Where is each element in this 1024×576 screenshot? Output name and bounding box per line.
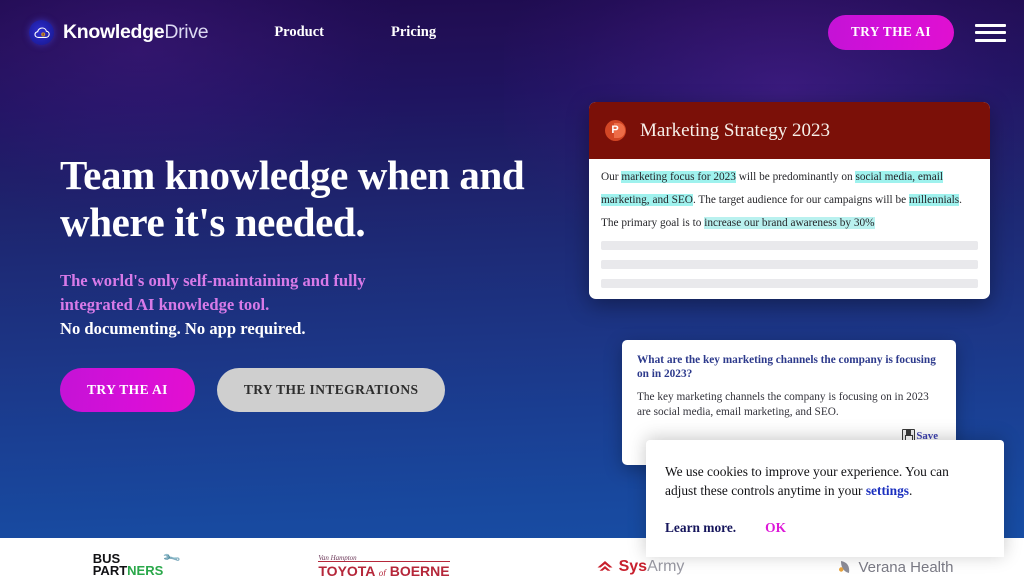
cloud-icon	[29, 20, 54, 45]
bus-partners-line2-dark: PART	[92, 563, 128, 576]
slide-line2-highlight-1: marketing, and SEO	[601, 194, 693, 206]
powerpoint-icon: P	[605, 120, 626, 141]
hamburger-bar-3	[975, 38, 1006, 42]
slide-line1-a: Our	[601, 171, 622, 183]
hero-subtitle-accent-line-1: The world's only self-maintaining and fu…	[60, 271, 366, 290]
page-title: Team knowledge when and where it's neede…	[60, 152, 525, 245]
hero-subtitle-plain: No documenting. No app required.	[60, 319, 306, 338]
cookie-banner-text: We use cookies to improve your experienc…	[665, 462, 984, 500]
slide-preview-card[interactable]: P Marketing Strategy 2023 Our marketing …	[589, 102, 990, 299]
brand-logo[interactable]: KnowledgeDrive	[29, 20, 209, 45]
hamburger-menu-icon[interactable]	[975, 22, 1006, 44]
slide-line1-highlight-2: social media, email	[855, 171, 943, 183]
slide-text-line-1: Our marketing focus for 2023 will be pre…	[601, 169, 978, 185]
slide-header: P Marketing Strategy 2023	[589, 102, 990, 159]
toyota-word-1: TOYOTA	[318, 562, 375, 576]
wrench-icon: 🔧	[161, 547, 182, 568]
hero-try-the-ai-button[interactable]: TRY THE AI	[60, 368, 195, 412]
verana-health-label: Verana Health	[858, 558, 954, 576]
bus-partners-line2-accent: NERS	[127, 563, 164, 576]
slide-placeholder-bar-3	[601, 279, 978, 288]
cookie-text-after: .	[908, 483, 913, 498]
slide-text-line-3: The primary goal is to increase our bran…	[601, 215, 978, 231]
hero-try-the-integrations-button[interactable]: TRY THE INTEGRATIONS	[216, 368, 446, 412]
nav-item-pricing[interactable]: Pricing	[391, 24, 436, 41]
sysarmy-light: Army	[647, 558, 685, 575]
bus-partners-logo: BUS PARTNERS 🔧	[92, 538, 182, 576]
slide-line2-c: .	[959, 194, 962, 206]
brand-name: KnowledgeDrive	[63, 21, 209, 44]
cookie-settings-link[interactable]: settings	[866, 483, 909, 498]
brand-name-bold: Knowledge	[63, 21, 165, 43]
cookie-ok-button[interactable]: OK	[765, 520, 786, 536]
nav-item-product[interactable]: Product	[274, 24, 324, 41]
top-navigation-bar: KnowledgeDrive Product Pricing TRY THE A…	[0, 0, 1024, 65]
brand-name-light: Drive	[164, 21, 209, 43]
nav-try-the-ai-button[interactable]: TRY THE AI	[827, 15, 954, 50]
landing-page: KnowledgeDrive Product Pricing TRY THE A…	[0, 0, 1024, 576]
hero-subtitle-accent-line-2: integrated AI knowledge tool.	[60, 295, 270, 314]
hero-section: Team knowledge when and where it's neede…	[60, 152, 540, 412]
leaf-icon	[838, 559, 852, 575]
slide-line2-b: . The target audience for our campaigns …	[692, 194, 909, 206]
hamburger-bar-1	[975, 23, 1006, 27]
hamburger-bar-2	[975, 31, 1006, 34]
learn-more-link[interactable]: Learn more.	[665, 520, 736, 536]
slide-line1-b: will be predominantly on	[735, 171, 856, 183]
qa-answer: The key marketing channels the company i…	[637, 391, 929, 418]
home-chevron-icon	[596, 560, 614, 574]
toyota-word-2: BOERNE	[389, 562, 450, 576]
slide-line3-highlight: increase our brand awareness by 30%	[704, 217, 875, 229]
slide-text-line-2: marketing, and SEO. The target audience …	[601, 192, 978, 208]
toyota-of-boerne-logo: Van Hampton TOYOTA of BOERNE	[318, 538, 450, 576]
slide-body: Our marketing focus for 2023 will be pre…	[589, 159, 990, 288]
slide-title: Marketing Strategy 2023	[640, 119, 830, 141]
powerpoint-icon-letter: P	[611, 124, 619, 136]
slide-line1-highlight-1: marketing focus for 2023	[621, 171, 736, 183]
toyota-main-text: TOYOTA of BOERNE	[318, 563, 449, 576]
bus-partners-line-2: PARTNERS	[92, 563, 164, 576]
slide-placeholder-bar-2	[601, 260, 978, 269]
hero-subtitle: The world's only self-maintaining and fu…	[60, 269, 540, 341]
qa-question: What are the key marketing channels the …	[637, 354, 936, 380]
slide-line2-highlight-2: millennials	[908, 194, 960, 206]
slide-line3-a: The primary goal is to	[601, 217, 705, 229]
cookie-consent-banner: We use cookies to improve your experienc…	[646, 440, 1004, 557]
nav-right-group: TRY THE AI	[827, 15, 1006, 50]
hero-cta-group: TRY THE AI TRY THE INTEGRATIONS	[60, 368, 540, 412]
toyota-connector: of	[378, 567, 386, 576]
sysarmy-bold: Sys	[618, 558, 648, 575]
slide-placeholder-bar-1	[601, 241, 978, 250]
logo-slot-toyota: Van Hampton TOYOTA of BOERNE	[256, 538, 512, 576]
logo-slot-bus-partners: BUS PARTNERS 🔧	[0, 538, 256, 576]
nav-links: Product Pricing	[274, 24, 503, 41]
cookie-banner-actions: Learn more. OK	[665, 520, 984, 536]
